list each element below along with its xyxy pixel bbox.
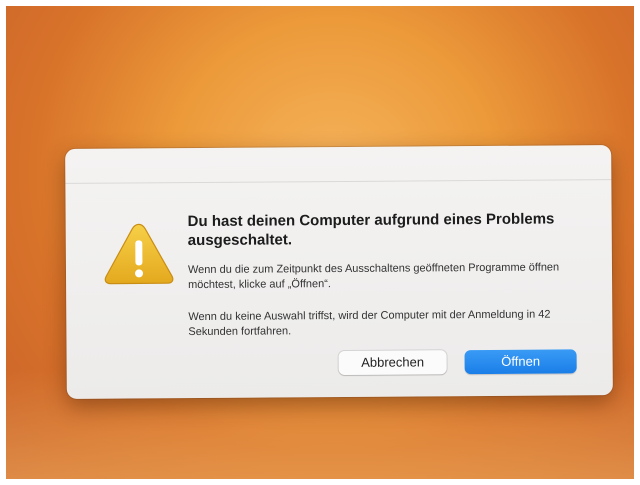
warning-icon bbox=[102, 220, 176, 287]
photo-frame: Du hast deinen Computer aufgrund eines P… bbox=[0, 0, 640, 485]
dialog-message: Wenn du die zum Zeitpunkt des Ausschalte… bbox=[187, 261, 560, 292]
cancel-button[interactable]: Abbrechen bbox=[338, 350, 447, 376]
desktop-background: Du hast deinen Computer aufgrund eines P… bbox=[6, 6, 634, 479]
dialog-info-text: Wenn du keine Auswahl triffst, wird der … bbox=[188, 308, 551, 339]
alert-dialog: Du hast deinen Computer aufgrund eines P… bbox=[65, 145, 613, 399]
dialog-titlebar-divider bbox=[65, 179, 612, 184]
open-button[interactable]: Öffnen bbox=[464, 349, 577, 375]
dialog-title: Du hast deinen Computer aufgrund eines P… bbox=[187, 210, 555, 250]
